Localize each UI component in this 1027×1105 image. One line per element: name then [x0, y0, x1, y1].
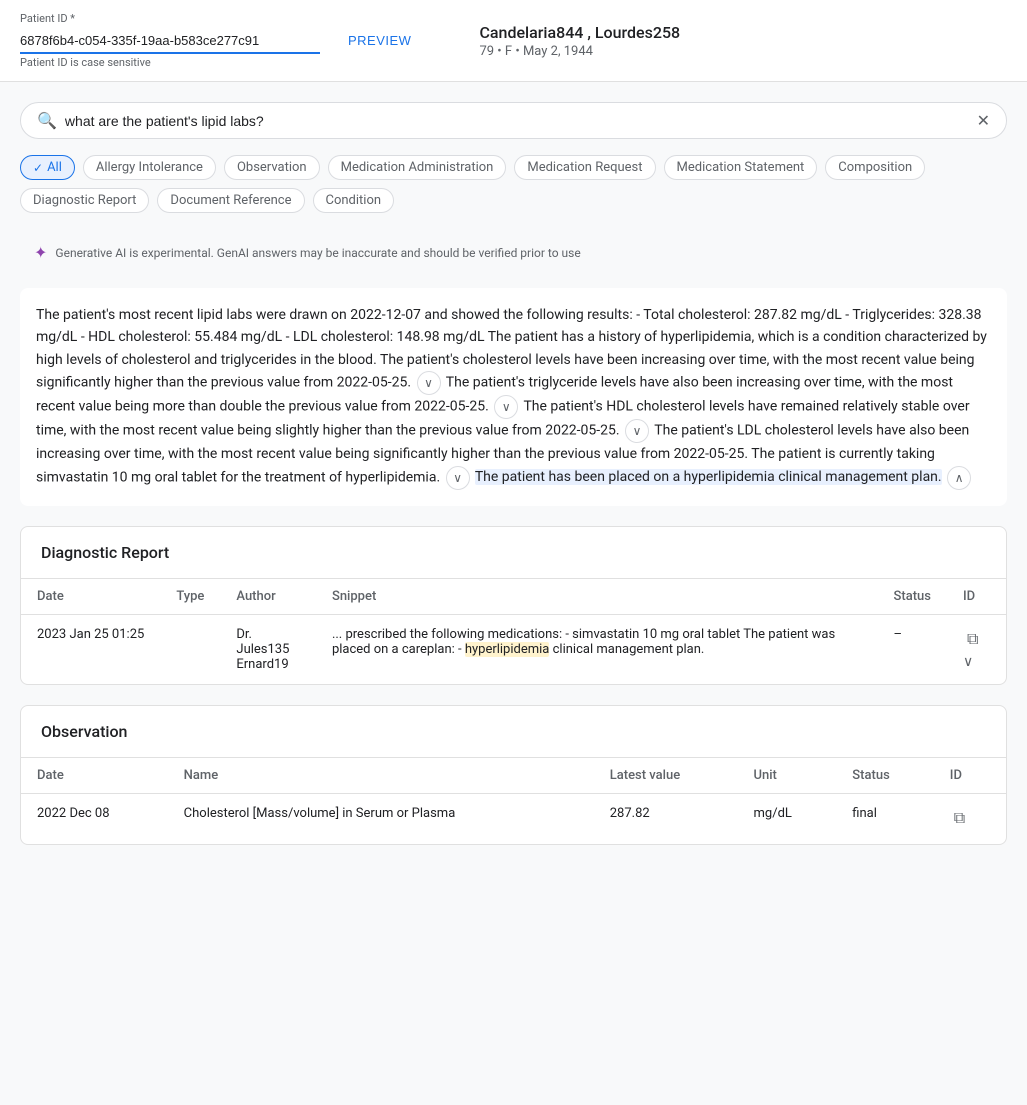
- answer-text-highlighted: The patient has been placed on a hyperli…: [475, 469, 942, 485]
- chip-condition[interactable]: Condition: [313, 188, 395, 213]
- obs-col-latest-value: Latest value: [594, 758, 738, 794]
- diagnostic-report-table: Date Type Author Snippet Status ID 2023 …: [21, 579, 1006, 684]
- dr-snippet-highlight: hyperlipidemia: [465, 642, 550, 657]
- obs-name: Cholesterol [Mass/volume] in Serum or Pl…: [168, 793, 594, 844]
- col-snippet: Snippet: [316, 579, 878, 615]
- chip-diagnostic-report[interactable]: Diagnostic Report: [20, 188, 149, 213]
- diagnostic-report-header-row: Date Type Author Snippet Status ID: [21, 579, 1006, 615]
- dr-author-line2: Ernard19: [236, 657, 300, 672]
- patient-id-input[interactable]: [20, 29, 320, 54]
- obs-col-date: Date: [21, 758, 168, 794]
- chip-medication-request[interactable]: Medication Request: [514, 155, 655, 180]
- col-status: Status: [878, 579, 947, 615]
- dr-author: Dr. Jules135 Ernard19: [220, 614, 316, 684]
- search-bar-container: 🔍 ✕: [20, 102, 1007, 139]
- obs-status: final: [836, 793, 933, 844]
- search-icon: 🔍: [37, 111, 57, 130]
- obs-col-id: ID: [934, 758, 1006, 794]
- dr-id-cell: ⧉ ∨: [947, 614, 1006, 684]
- obs-date: 2022 Dec 08: [21, 793, 168, 844]
- expand-highlighted-btn[interactable]: ∧: [947, 466, 971, 490]
- dr-date: 2023 Jan 25 01:25: [21, 614, 160, 684]
- search-bar: 🔍 ✕: [20, 102, 1007, 139]
- expand-row-button[interactable]: ∨: [963, 653, 973, 670]
- obs-col-status: Status: [836, 758, 933, 794]
- table-row: 2022 Dec 08 Cholesterol [Mass/volume] in…: [21, 793, 1006, 844]
- chip-condition-label: Condition: [326, 193, 382, 208]
- obs-unit: mg/dL: [738, 793, 837, 844]
- header: Patient ID * Patient ID is case sensitiv…: [0, 0, 1027, 82]
- chip-composition[interactable]: Composition: [825, 155, 925, 180]
- copy-button[interactable]: ⧉: [963, 627, 982, 653]
- filter-chips: ✓ All Allergy Intolerance Observation Me…: [20, 155, 1007, 213]
- observation-table: Date Name Latest value Unit Status ID 20…: [21, 758, 1006, 844]
- chip-composition-label: Composition: [838, 160, 912, 175]
- patient-details: 79 • F • May 2, 1944: [479, 44, 680, 59]
- chip-document-reference[interactable]: Document Reference: [157, 188, 304, 213]
- patient-id-hint: Patient ID is case sensitive: [20, 56, 320, 69]
- chip-medication-admin-label: Medication Administration: [341, 160, 494, 175]
- ai-notice-text: Generative AI is experimental. GenAI ans…: [55, 246, 580, 260]
- chip-allergy-label: Allergy Intolerance: [96, 160, 203, 175]
- chip-document-reference-label: Document Reference: [170, 193, 291, 208]
- dr-type: [160, 614, 220, 684]
- expand-cholesterol-btn[interactable]: ∨: [417, 371, 441, 395]
- ai-sparkle-icon: ✦: [34, 243, 47, 262]
- obs-latest-value: 287.82: [594, 793, 738, 844]
- obs-copy-button[interactable]: ⧉: [950, 806, 969, 832]
- ai-notice: ✦ Generative AI is experimental. GenAI a…: [20, 233, 1007, 272]
- dr-status: –: [878, 614, 947, 684]
- search-input[interactable]: [65, 113, 977, 129]
- col-id: ID: [947, 579, 1006, 615]
- chip-all-label: All: [47, 160, 62, 175]
- patient-id-label: Patient ID *: [20, 12, 320, 25]
- col-date: Date: [21, 579, 160, 615]
- diagnostic-report-title: Diagnostic Report: [21, 527, 1006, 579]
- chip-observation-label: Observation: [237, 160, 307, 175]
- expand-hdl-btn[interactable]: ∨: [625, 419, 649, 443]
- obs-col-unit: Unit: [738, 758, 837, 794]
- diagnostic-report-card: Diagnostic Report Date Type Author Snipp…: [20, 526, 1007, 685]
- chip-medication-statement[interactable]: Medication Statement: [664, 155, 818, 180]
- chip-observation[interactable]: Observation: [224, 155, 320, 180]
- table-row: 2023 Jan 25 01:25 Dr. Jules135 Ernard19 …: [21, 614, 1006, 684]
- expand-ldl-btn[interactable]: ∨: [446, 466, 470, 490]
- col-type: Type: [160, 579, 220, 615]
- obs-col-name: Name: [168, 758, 594, 794]
- dr-snippet: ... prescribed the following medications…: [316, 614, 878, 684]
- chip-allergy[interactable]: Allergy Intolerance: [83, 155, 216, 180]
- chip-medication-request-label: Medication Request: [527, 160, 642, 175]
- check-icon: ✓: [33, 161, 43, 175]
- clear-icon[interactable]: ✕: [977, 111, 990, 130]
- patient-id-section: Patient ID * Patient ID is case sensitiv…: [20, 12, 320, 69]
- dr-author-line1: Dr. Jules135: [236, 627, 300, 657]
- observation-header-row: Date Name Latest value Unit Status ID: [21, 758, 1006, 794]
- chip-all[interactable]: ✓ All: [20, 155, 75, 180]
- answer-section: The patient's most recent lipid labs wer…: [20, 288, 1007, 506]
- chip-medication-admin[interactable]: Medication Administration: [328, 155, 507, 180]
- chip-medication-statement-label: Medication Statement: [677, 160, 805, 175]
- preview-button[interactable]: PREVIEW: [336, 27, 423, 54]
- observation-card: Observation Date Name Latest value Unit …: [20, 705, 1007, 845]
- observation-title: Observation: [21, 706, 1006, 758]
- main-content: 🔍 ✕ ✓ All Allergy Intolerance Observatio…: [0, 82, 1027, 885]
- patient-name: Candelaria844 , Lourdes258: [479, 23, 680, 42]
- obs-id-cell: ⧉: [934, 793, 1006, 844]
- chip-diagnostic-report-label: Diagnostic Report: [33, 193, 136, 208]
- col-author: Author: [220, 579, 316, 615]
- expand-trig-btn[interactable]: ∨: [494, 395, 518, 419]
- dr-snippet-after: clinical management plan.: [553, 642, 705, 657]
- patient-info: Candelaria844 , Lourdes258 79 • F • May …: [479, 23, 680, 59]
